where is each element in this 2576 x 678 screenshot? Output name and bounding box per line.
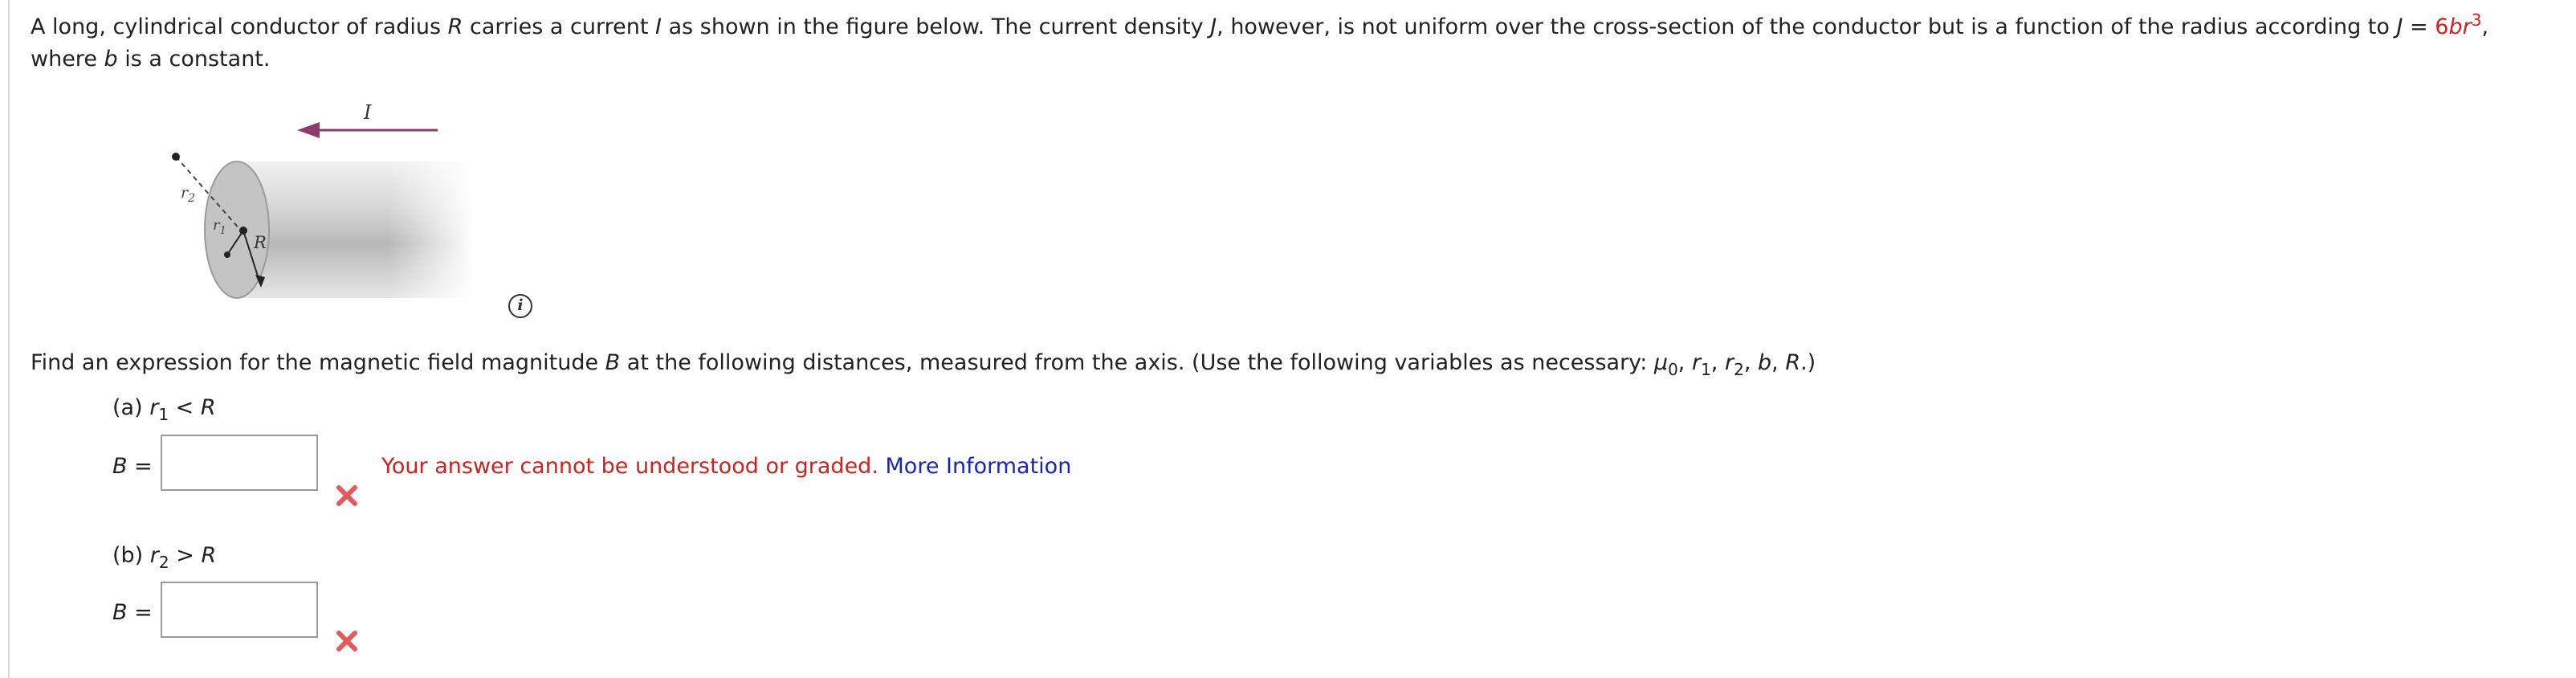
part-a-b-label: B = <box>112 454 153 479</box>
part-a-incorrect-icon <box>336 485 357 506</box>
part-a-answer-input[interactable] <box>161 435 318 491</box>
page-left-border <box>8 0 10 678</box>
part-b-answer-input[interactable] <box>161 582 318 638</box>
current-density-formula: 6br3 <box>2435 10 2482 39</box>
part-b-label: (b) r2 > R <box>112 543 217 572</box>
instructions: Find an expression for the magnetic fiel… <box>31 350 1816 379</box>
info-icon[interactable]: i <box>508 294 532 318</box>
part-a-feedback: Your answer cannot be understood or grad… <box>381 451 1071 483</box>
r2-label: r2 <box>181 184 195 205</box>
R-label: R <box>253 233 267 252</box>
problem-statement: A long, cylindrical conductor of radius … <box>31 10 2489 71</box>
more-information-link[interactable]: More Information <box>886 454 1072 479</box>
current-arrowhead <box>297 122 320 138</box>
part-a-label: (a) r1 < R <box>112 395 216 424</box>
error-message: Your answer cannot be understood or grad… <box>381 454 878 479</box>
conductor-figure: I r2 r1 R <box>172 101 474 299</box>
axis-center-dot <box>239 227 247 235</box>
part-b-b-label: B = <box>112 600 153 625</box>
part-b-incorrect-icon <box>336 631 357 651</box>
r1-endpoint <box>224 251 230 258</box>
current-label: I <box>363 101 372 124</box>
r2-endpoint <box>172 153 180 161</box>
